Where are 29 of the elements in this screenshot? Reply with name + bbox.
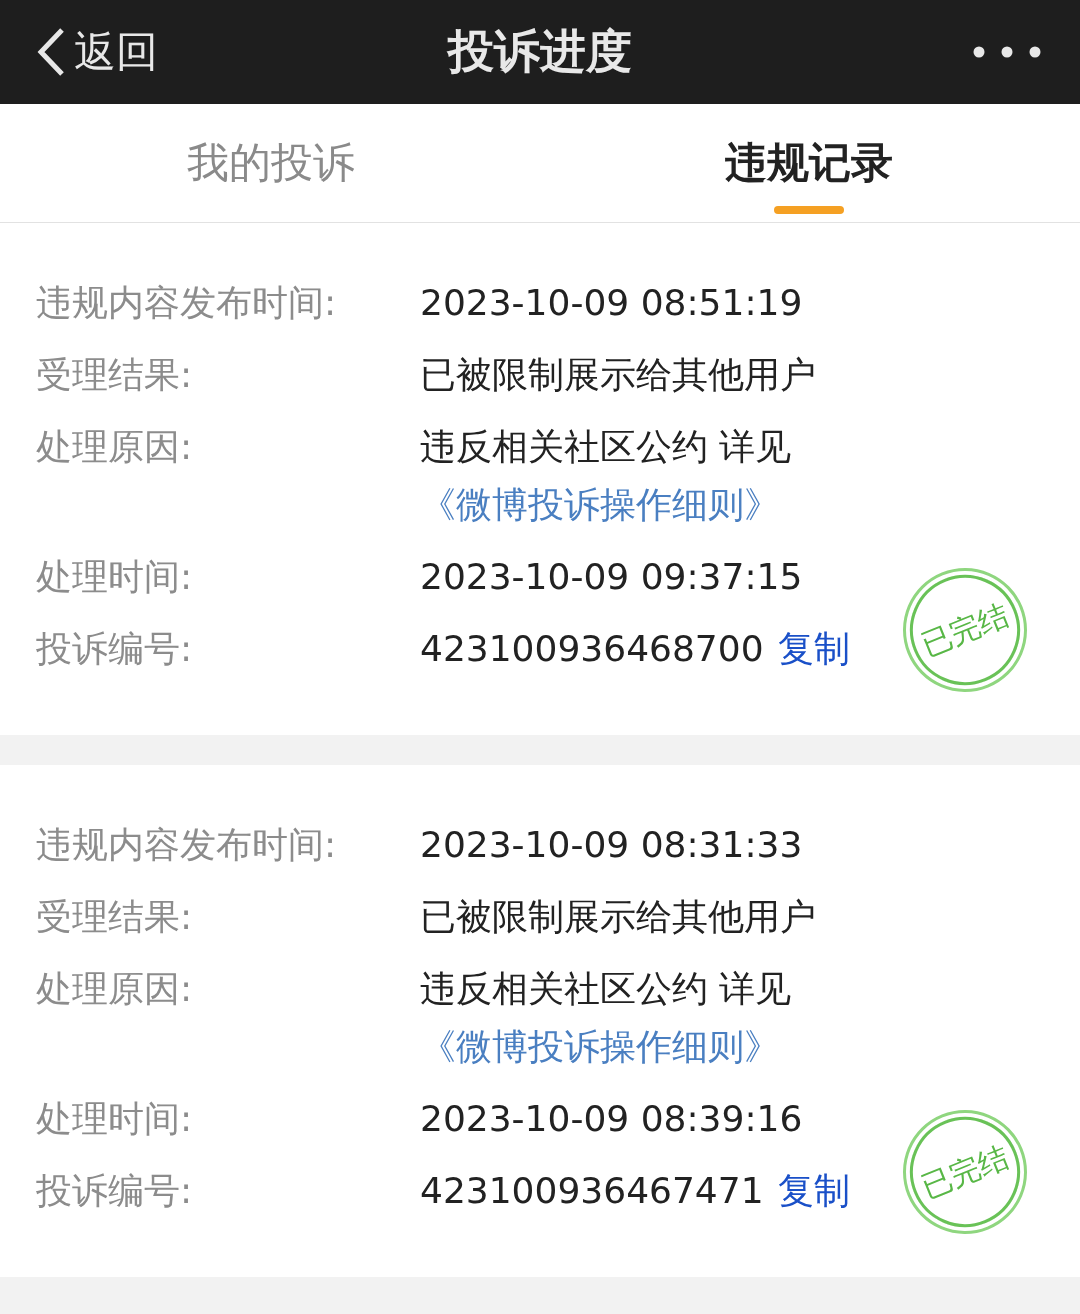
- field-label: 处理原因:: [35, 967, 194, 1011]
- copy-link[interactable]: 复制: [777, 1155, 850, 1227]
- field-label: 违规内容发布时间:: [35, 281, 338, 325]
- field-label: 处理时间:: [35, 1097, 194, 1141]
- field-label: 投诉编号:: [35, 1169, 194, 1213]
- field-value: 2023-10-09 08:51:19: [420, 281, 804, 325]
- copy-link[interactable]: 复制: [777, 613, 850, 685]
- page-title: 投诉进度: [448, 23, 632, 80]
- field-value: 2023-10-09 09:37:15: [420, 555, 804, 599]
- field-value: 已被限制展示给其他用户: [420, 895, 817, 939]
- field-value: 2023-10-09 08:31:33: [420, 823, 804, 867]
- field-label: 受理结果:: [35, 895, 194, 939]
- field-value: 2023-10-09 08:39:16: [420, 1097, 804, 1141]
- field-label: 受理结果:: [35, 353, 194, 397]
- reason-text: 违反相关社区公约 详见 《微博投诉操作细则》: [420, 425, 793, 527]
- back-chevron-icon: [36, 27, 66, 77]
- field-label: 处理原因:: [35, 425, 194, 469]
- back-button[interactable]: 返回: [0, 24, 158, 80]
- field-value: 已被限制展示给其他用户: [420, 353, 817, 397]
- tab[interactable]: 违规记录: [537, 104, 1080, 222]
- field-label: 处理时间:: [35, 555, 194, 599]
- rules-link[interactable]: 《微博投诉操作细则》: [420, 1026, 780, 1067]
- more-icon[interactable]: [972, 45, 1042, 59]
- complaint-number: 423100936467471: [420, 1169, 764, 1213]
- field-label: 投诉编号:: [35, 627, 194, 671]
- rules-link[interactable]: 《微博投诉操作细则》: [420, 484, 780, 525]
- reason-text: 违反相关社区公约 详见 《微博投诉操作细则》: [420, 967, 793, 1069]
- field-label: 违规内容发布时间:: [35, 823, 338, 867]
- complaint-number: 423100936468700: [420, 627, 764, 671]
